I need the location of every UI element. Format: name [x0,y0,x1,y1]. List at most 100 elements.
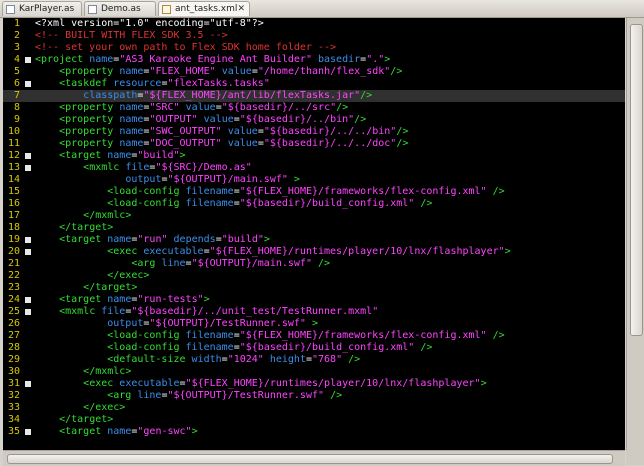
xml-attribute-name: line [137,390,162,401]
line-content: <property name="SRC" value="${basedir}/.… [35,102,348,114]
xml-attribute-value: "${basedir}/../src" [221,102,337,113]
xml-tag: /> [348,354,361,365]
code-line[interactable]: 32 <arg line="${OUTPUT}/TestRunner.swf" … [3,390,625,402]
xml-attribute-value: "${basedir}/build_config.xml" [239,198,415,209]
fold-toggle-icon[interactable] [25,297,31,303]
xml-comment: <!-- BUILT WITH FLEX SDK 3.5 --> [35,30,228,41]
code-line[interactable]: 29 <default-size width="1024" height="76… [3,354,625,366]
code-editor[interactable]: 1 <?xml version="1.0" encoding="utf-8"?> 2… [3,18,625,450]
code-line[interactable]: 11 <property name="DOC_OUTPUT" value="${… [3,138,625,150]
code-line[interactable]: 27 <load-config filename="${FLEX_HOME}/f… [3,330,625,342]
code-line[interactable]: 10 <property name="SWC_OUTPUT" value="${… [3,126,625,138]
xml-tag: /> [390,66,403,77]
horizontal-scrollbar[interactable] [3,450,625,466]
xml-tag: > [311,318,319,329]
code-line[interactable]: 24 <target name="run-tests"> [3,294,625,306]
fold-toggle-icon[interactable] [25,237,31,243]
code-line[interactable]: 35 <target name="gen-swc"> [3,426,625,438]
xml-attribute-value: "build" [221,234,264,245]
code-line[interactable]: 3 <!-- set your own path to Flex SDK home… [3,42,625,54]
code-line[interactable]: 21 <arg line="${OUTPUT}/main.swf" /> [3,258,625,270]
horizontal-scroll-thumb[interactable] [7,454,613,464]
xml-attribute-name: filename [185,342,234,353]
code-line[interactable]: 1 <?xml version="1.0" encoding="utf-8"?> [3,18,625,30]
code-line[interactable]: 19 <target name="run" depends="build"> [3,234,625,246]
close-tab-icon[interactable]: ✕ [237,2,245,17]
tab-karplayer-as[interactable]: KarPlayer.as [2,1,82,16]
code-line[interactable]: 31 <exec executable="${FLEX_HOME}/runtim… [3,378,625,390]
code-line[interactable]: 26 output="${OUTPUT}/TestRunner.swf" > [3,318,625,330]
code-line[interactable]: 5 <property name="FLEX_HOME" value="/hom… [3,66,625,78]
xml-attribute-name: name [107,150,132,161]
code-line[interactable]: 13 <mxmlc file="${SRC}/Demo.as" [3,162,625,174]
fold-toggle-icon[interactable] [25,309,31,315]
code-line[interactable]: 6 <taskdef resource="flexTasks.tasks" [3,78,625,90]
code-line[interactable]: 12 <target name="build"> [3,150,625,162]
xml-tag: > [480,378,487,389]
xml-attribute-value: "${FLEX_HOME}/frameworks/flex-config.xml… [239,186,487,197]
line-number: 12 [7,150,20,161]
xml-attribute-value: "." [366,54,385,65]
xml-attribute-value: "${basedir}/../../bin" [263,126,397,137]
fold-toggle-icon[interactable] [25,81,31,87]
tab-label: ant_tasks.xml [175,4,238,14]
fold-toggle-icon[interactable] [25,165,31,171]
xml-tag: /> [396,126,409,137]
vertical-scrollbar[interactable] [626,18,644,450]
fold-toggle-icon[interactable] [25,57,31,63]
line-number: 10 [7,126,20,137]
line-content: <!-- BUILT WITH FLEX SDK 3.5 --> [35,30,228,42]
line-content: <property name="DOC_OUTPUT" value="${bas… [35,138,408,150]
code-line[interactable]: 25 <mxmlc file="${basedir}/../unit_test/… [3,306,625,318]
code-line[interactable]: 34 </target> [3,414,625,426]
code-line[interactable]: 16 <load-config filename="${basedir}/bui… [3,198,625,210]
line-number: 4 [13,54,20,65]
line-number: 18 [7,222,20,233]
line-content: <mxmlc file="${basedir}/../unit_test/Tes… [35,306,378,318]
xml-tag: /> [492,186,505,197]
code-line[interactable]: 17 </mxmlc> [3,210,625,222]
code-line[interactable]: 30 </mxmlc> [3,366,625,378]
code-line[interactable]: 33 </exec> [3,402,625,414]
line-content: <load-config filename="${FLEX_HOME}/fram… [35,330,504,342]
code-line[interactable]: 23 </target> [3,282,625,294]
line-content: <!-- set your own path to Flex SDK home … [35,42,336,54]
fold-toggle-icon[interactable] [25,381,31,387]
tab-ant-tasks-xml[interactable]: ant_tasks.xml ✕ [158,1,250,16]
line-number: 3 [13,42,20,53]
xml-attribute-name: resource [113,78,162,89]
code-line[interactable]: 15 <load-config filename="${FLEX_HOME}/f… [3,186,625,198]
line-content: <mxmlc file="${SRC}/Demo.as" [35,162,252,174]
line-content: output="${OUTPUT}/main.swf" > [35,174,300,186]
code-line[interactable]: 7 classpath="${FLEX_HOME}/ant/lib/flexTa… [3,90,625,102]
xml-tag: <taskdef [59,78,114,89]
xml-tag: <exec [83,378,120,389]
code-line[interactable]: 28 <load-config filename="${basedir}/bui… [3,342,625,354]
code-line[interactable]: 8 <property name="SRC" value="${basedir}… [3,102,625,114]
xml-attribute-name: name [119,102,144,113]
fold-toggle-icon[interactable] [25,153,31,159]
fold-toggle-icon[interactable] [25,429,31,435]
code-line[interactable]: 14 output="${OUTPUT}/main.swf" > [3,174,625,186]
code-line[interactable]: 4 <project name="AS3 Karaoke Engine Ant B… [3,54,625,66]
line-content: <property name="FLEX_HOME" value="/home/… [35,66,402,78]
tab-label: KarPlayer.as [19,4,75,14]
code-line[interactable]: 20 <exec executable="${FLEX_HOME}/runtim… [3,246,625,258]
code-line[interactable]: 22 </exec> [3,270,625,282]
code-line[interactable]: 18 </target> [3,222,625,234]
code-line[interactable]: 9 <property name="OUTPUT" value="${based… [3,114,625,126]
code-line[interactable]: 2 <!-- BUILT WITH FLEX SDK 3.5 --> [3,30,625,42]
vertical-scroll-thumb[interactable] [630,24,643,336]
line-number: 34 [7,414,20,425]
tab-demo-as[interactable]: Demo.as [84,1,156,16]
xml-attribute-name: output [107,318,144,329]
xml-tag: <load-config [107,186,186,197]
xml-tag: <arg [131,258,162,269]
fold-toggle-icon[interactable] [25,249,31,255]
line-content: <target name="run-tests"> [35,294,210,306]
